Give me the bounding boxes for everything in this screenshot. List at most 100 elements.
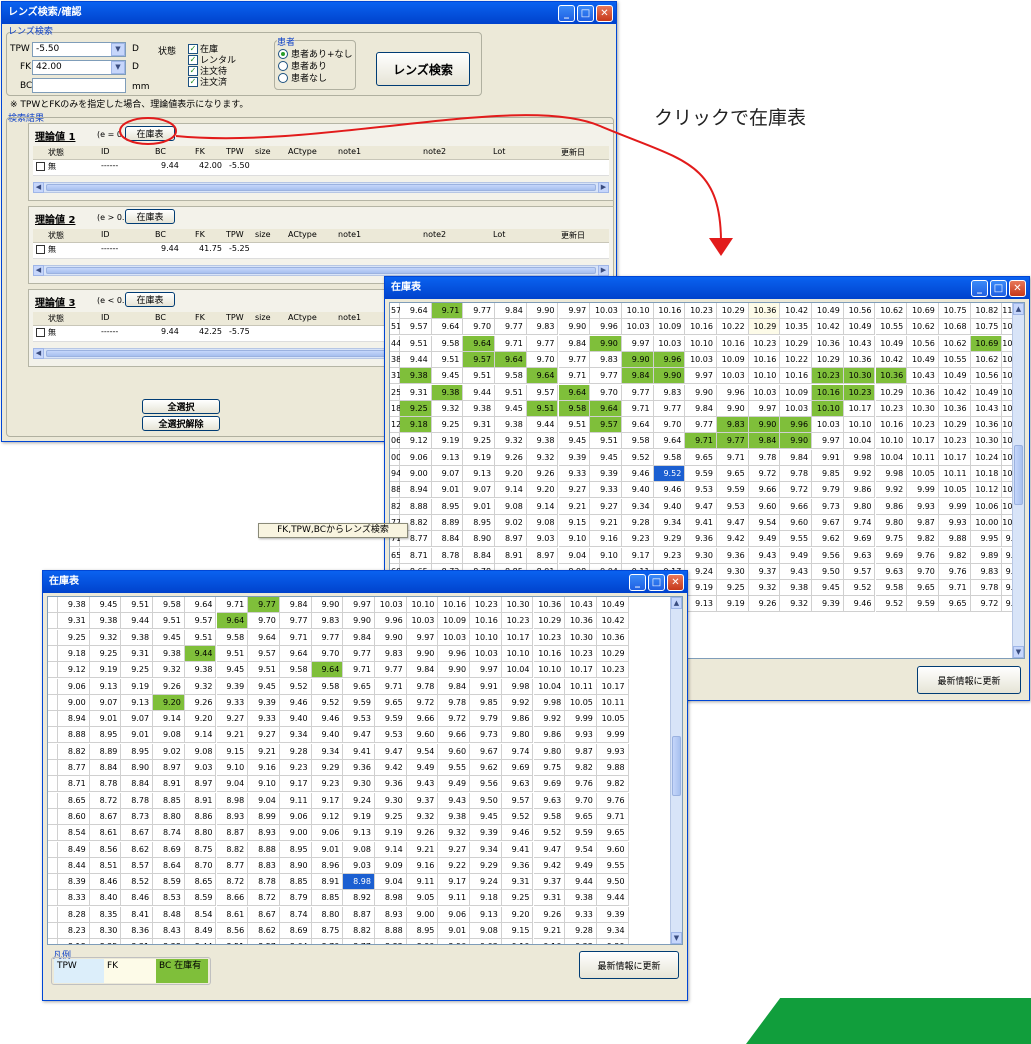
stock-cell[interactable]: 10.30 <box>501 597 534 613</box>
stock-cell[interactable]: 8.51 <box>216 939 249 944</box>
scroll-down-icon[interactable]: ▼ <box>1013 646 1024 658</box>
stock-cell[interactable]: 9.50 <box>812 563 844 580</box>
stock-cell[interactable]: 10.10 <box>621 303 654 319</box>
stock-cell[interactable]: 9.38 <box>780 580 813 597</box>
stock-cell[interactable]: 10.05 <box>565 694 597 711</box>
refresh-button-left[interactable]: 最新情報に更新 <box>579 951 679 979</box>
stock-cell[interactable]: 8.60 <box>58 808 90 825</box>
stock-cell[interactable]: 9.15 <box>558 514 591 531</box>
stock-cell[interactable]: 9.64 <box>216 613 249 630</box>
stock-cell[interactable]: 9.98 <box>501 678 534 695</box>
stock-cell[interactable]: 10.55 <box>875 319 908 336</box>
stock-cell[interactable]: 9.52 <box>875 596 908 613</box>
stock-cell[interactable]: 9.38 <box>121 629 154 646</box>
stock-cell[interactable]: 8.77 <box>343 939 375 944</box>
stock-cell[interactable]: 8.74 <box>279 906 312 923</box>
stock-cell[interactable]: 8.35 <box>89 906 122 923</box>
stock-cell[interactable]: 9.13 <box>343 825 375 842</box>
stock-cell[interactable]: 9.50 <box>596 874 629 891</box>
stock-cell[interactable]: 9.14 <box>495 482 527 499</box>
stock-cell[interactable]: 9.37 <box>406 792 439 809</box>
stock-cell[interactable]: 9.55 <box>596 857 629 874</box>
stock-cell[interactable]: 9.74 <box>501 743 534 760</box>
stock-cell[interactable]: 10.23 <box>565 645 597 662</box>
stock-cell[interactable]: 8.98 <box>343 874 375 891</box>
stock-cell[interactable]: 10.17 <box>938 449 971 466</box>
stock-cell[interactable]: 9.90 <box>343 613 375 630</box>
stock-cell[interactable]: 9.71 <box>343 662 375 679</box>
stock-cell[interactable]: 9.83 <box>590 351 622 368</box>
stock-cell[interactable]: 8.97 <box>153 760 185 776</box>
stock-cell[interactable]: 10.42 <box>780 303 813 319</box>
stock-cell[interactable]: 10.03 <box>438 629 471 646</box>
stock-cell[interactable]: 10.10 <box>812 400 844 417</box>
stock-cell[interactable]: 9.98 <box>843 449 876 466</box>
stock-cell[interactable]: 9.00 <box>400 466 432 482</box>
stock-cell[interactable]: 9.84 <box>780 449 813 466</box>
stock-cell[interactable]: 9.12 <box>400 433 432 450</box>
stock-cell[interactable]: 9.26 <box>526 466 559 482</box>
fk-dropdown-icon[interactable]: ▼ <box>111 61 125 74</box>
stock-cell[interactable]: 9.32 <box>184 678 217 695</box>
stock-cell[interactable]: 9.10 <box>501 939 534 944</box>
stock-cell[interactable]: 8.78 <box>248 874 280 891</box>
stock-cell[interactable]: 9.90 <box>311 597 344 613</box>
stock-cell[interactable]: 9.74 <box>843 514 876 531</box>
stock-cell[interactable]: 10.35 <box>780 319 813 336</box>
stock-cell[interactable]: 9.83 <box>970 563 1003 580</box>
stock-cell[interactable]: 9.97 <box>470 662 502 679</box>
stock-cell[interactable]: 9.77 <box>685 417 717 434</box>
stock-cell[interactable]: 9.46 <box>311 711 344 728</box>
stock-cell[interactable]: 9.52 <box>843 580 876 597</box>
stock-cell[interactable]: 9.63 <box>875 563 908 580</box>
stock-cell[interactable]: 10.68 <box>938 319 971 336</box>
stock-cell[interactable]: 10.29 <box>748 319 781 336</box>
stock-cell[interactable]: 9.84 <box>685 400 717 417</box>
stock-cell[interactable]: 8.91 <box>184 792 217 809</box>
stock-cell[interactable]: 9.58 <box>431 335 464 352</box>
stock-cell[interactable]: 9.27 <box>558 482 591 499</box>
stock-cell[interactable]: 10.29 <box>533 613 566 630</box>
stock-cell[interactable]: 9.45 <box>590 449 622 466</box>
scroll-left-icon[interactable]: ◀ <box>33 348 44 359</box>
stock-cell[interactable]: 9.45 <box>431 368 464 385</box>
stock-cell[interactable]: 9.46 <box>843 596 876 613</box>
stock-cell[interactable]: 9.62 <box>812 531 844 548</box>
stock-cell[interactable]: 10.18 <box>970 466 1003 482</box>
stock-cell[interactable]: 10.62 <box>938 335 971 352</box>
stock-cell[interactable]: 8.49 <box>58 841 90 858</box>
stock-cell[interactable]: 9.87 <box>907 514 939 531</box>
stock-cell[interactable]: 10.42 <box>596 613 629 630</box>
stock-cell[interactable]: 9.80 <box>533 743 566 760</box>
stock-cell[interactable]: 10.16 <box>438 597 471 613</box>
stock-cell[interactable]: 8.66 <box>216 890 249 907</box>
stock-cell[interactable]: 10.03 <box>780 400 813 417</box>
stock-cell[interactable]: 8.56 <box>216 923 249 939</box>
stock-cell[interactable]: 9.24 <box>470 874 502 891</box>
stock-cell[interactable]: 9.23 <box>621 531 654 548</box>
stock-cell[interactable]: 10.10 <box>501 645 534 662</box>
stock-cell[interactable]: 10.10 <box>470 629 502 646</box>
stock-cell[interactable]: 9.51 <box>248 662 280 679</box>
stock-cell[interactable]: 9.57 <box>400 319 432 336</box>
stock-cell[interactable]: 9.65 <box>685 449 717 466</box>
stock-cell[interactable]: 9.34 <box>621 498 654 515</box>
stock-cell[interactable]: 9.01 <box>431 482 464 499</box>
stock-cell[interactable]: 9.50 <box>470 792 502 809</box>
row-checkbox[interactable] <box>36 162 45 171</box>
stock-cell[interactable]: 10.11 <box>907 449 939 466</box>
stock-cell[interactable]: 9.36 <box>685 531 717 548</box>
stock-cell[interactable]: 10.49 <box>907 351 939 368</box>
stock-cell[interactable]: 8.95 <box>463 514 496 531</box>
stock-cell[interactable]: 8.97 <box>184 776 217 793</box>
stock-cell[interactable]: 9.77 <box>495 319 527 336</box>
stock-cell[interactable]: 10.43 <box>565 597 597 613</box>
stock-cell[interactable]: 9.64 <box>495 351 527 368</box>
stock-cell[interactable]: 8.83 <box>248 857 280 874</box>
stock-cell[interactable]: 8.61 <box>89 825 122 842</box>
stock-cell[interactable]: 9.64 <box>526 368 559 385</box>
scroll-right-icon[interactable]: ▶ <box>598 182 609 193</box>
stock-cell[interactable]: 9.83 <box>717 417 749 434</box>
stock-cell[interactable]: 8.78 <box>431 547 464 564</box>
stock-cell[interactable]: 10.23 <box>748 335 781 352</box>
